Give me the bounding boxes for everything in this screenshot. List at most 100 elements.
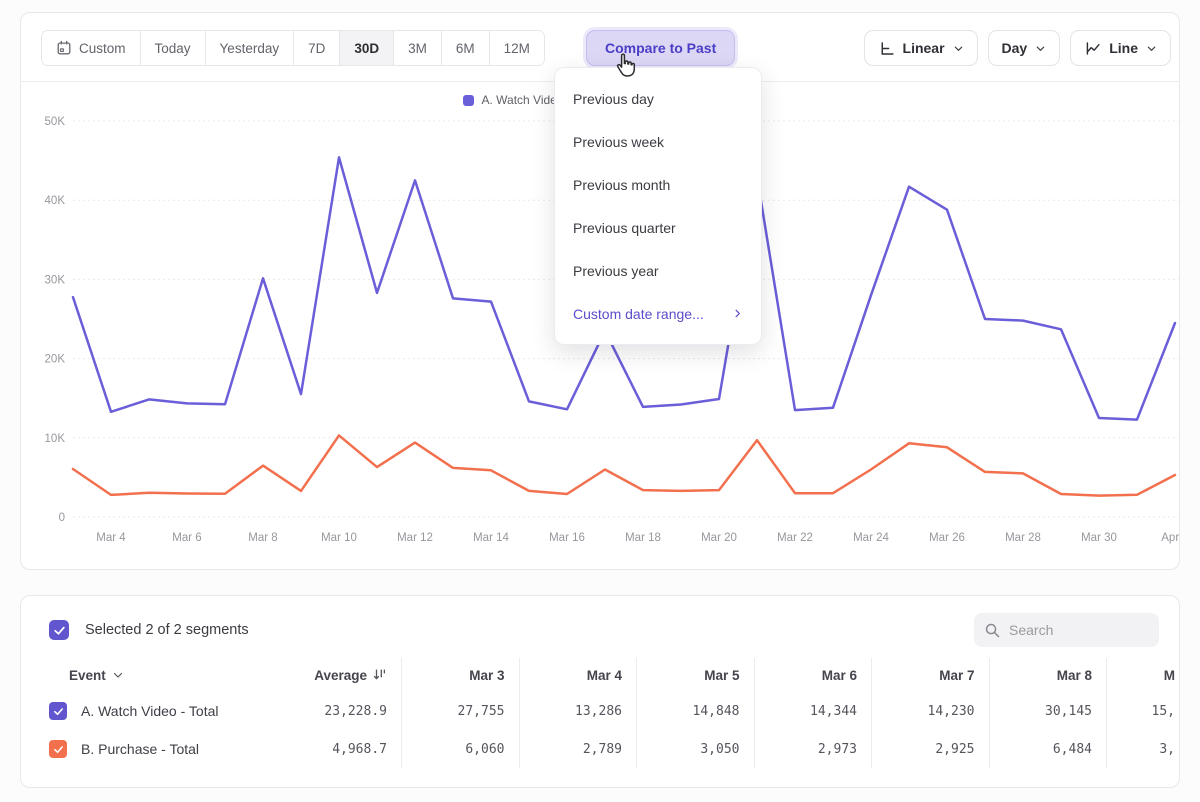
cell-value: 14,230 xyxy=(928,704,975,719)
chart-type-dropdown[interactable]: Line xyxy=(1070,30,1171,66)
cell-value: 6,060 xyxy=(465,742,504,757)
calendar-icon xyxy=(56,40,72,56)
chart-type-dropdown-label: Line xyxy=(1109,40,1138,56)
date-column-header[interactable]: Mar 8 xyxy=(989,658,1107,692)
date-range-picker: Custom Today Yesterday 7D 30D 3M 6M 12M xyxy=(41,30,545,66)
select-all-checkbox[interactable] xyxy=(49,620,69,640)
scale-dropdown-label: Linear xyxy=(903,40,945,56)
average-column-header[interactable]: Average xyxy=(281,658,401,692)
menu-item-previous-day[interactable]: Previous day xyxy=(555,77,761,120)
svg-text:Mar 12: Mar 12 xyxy=(397,532,433,544)
date-column-header[interactable]: Mar 7 xyxy=(871,658,989,692)
chevron-down-icon xyxy=(1035,43,1046,54)
date-preset-label: 3M xyxy=(408,41,427,56)
date-preset-3m[interactable]: 3M xyxy=(394,31,442,65)
date-column-header[interactable]: Mar 6 xyxy=(754,658,872,692)
average-header-label: Average xyxy=(314,668,367,683)
date-column-header[interactable]: Mar 4 xyxy=(519,658,637,692)
segments-table: Event Average Mar 3Mar 4Mar 5Mar 6Mar 7Mar… xyxy=(21,658,1180,768)
date-preset-yesterday[interactable]: Yesterday xyxy=(206,31,295,65)
cell-value: 14,344 xyxy=(810,704,857,719)
svg-text:Mar 4: Mar 4 xyxy=(96,532,126,544)
search-box xyxy=(974,613,1159,647)
selected-count-label: Selected 2 of 2 segments xyxy=(85,622,249,638)
segments-panel: Selected 2 of 2 segments Event Average Mar… xyxy=(20,595,1180,788)
menu-item-custom-date-range[interactable]: Custom date range... xyxy=(555,292,761,335)
cell-value: 30,145 xyxy=(1045,704,1092,719)
cell-value: 13,286 xyxy=(575,704,622,719)
date-preset-label: Today xyxy=(155,41,191,56)
chevron-down-icon xyxy=(1146,43,1157,54)
svg-text:Mar 18: Mar 18 xyxy=(625,532,661,544)
menu-item-previous-week[interactable]: Previous week xyxy=(555,120,761,163)
menu-item-label: Custom date range... xyxy=(573,306,704,322)
svg-text:20K: 20K xyxy=(45,354,66,366)
date-column-header[interactable]: M xyxy=(1106,658,1180,692)
cell-value: 3,050 xyxy=(700,742,739,757)
chart-toolbar: Custom Today Yesterday 7D 30D 3M 6M 12M Compare… xyxy=(41,30,1171,66)
svg-text:Mar 24: Mar 24 xyxy=(853,532,889,544)
interval-dropdown[interactable]: Day xyxy=(988,30,1061,66)
svg-text:Mar 30: Mar 30 xyxy=(1081,532,1117,544)
cell-value: 2,925 xyxy=(935,742,974,757)
date-preset-label: 7D xyxy=(308,41,325,56)
date-preset-custom[interactable]: Custom xyxy=(42,31,141,65)
segment-checkbox[interactable] xyxy=(49,702,67,720)
chevron-right-icon xyxy=(732,308,743,319)
chevron-down-icon xyxy=(112,669,124,681)
segment-checkbox[interactable] xyxy=(49,740,67,758)
svg-text:Mar 6: Mar 6 xyxy=(172,532,201,544)
cell-value: 2,973 xyxy=(818,742,857,757)
compare-to-past-menu: Previous dayPrevious weekPrevious monthP… xyxy=(554,67,762,345)
date-preset-6m[interactable]: 6M xyxy=(442,31,490,65)
svg-text:50K: 50K xyxy=(45,116,66,128)
toolbar-right-group: Linear Day Line xyxy=(864,30,1171,66)
cell-value: 2,789 xyxy=(583,742,622,757)
date-preset-7d[interactable]: 7D xyxy=(294,31,340,65)
cell-value: 27,755 xyxy=(458,704,505,719)
svg-text:Apr 1: Apr 1 xyxy=(1161,532,1181,544)
date-preset-30d[interactable]: 30D xyxy=(340,31,394,65)
date-column-header[interactable]: Mar 5 xyxy=(636,658,754,692)
svg-text:Mar 22: Mar 22 xyxy=(777,532,813,544)
svg-text:Mar 20: Mar 20 xyxy=(701,532,737,544)
table-toolbar: Selected 2 of 2 segments xyxy=(49,613,1169,647)
menu-item-previous-month[interactable]: Previous month xyxy=(555,163,761,206)
average-value: 4,968.7 xyxy=(332,742,387,757)
cell-value: 6,484 xyxy=(1053,742,1092,757)
date-preset-12m[interactable]: 12M xyxy=(490,31,544,65)
svg-text:Mar 10: Mar 10 xyxy=(321,532,357,544)
svg-text:Mar 26: Mar 26 xyxy=(929,532,965,544)
svg-text:Mar 16: Mar 16 xyxy=(549,532,585,544)
sort-descending-icon xyxy=(373,668,387,682)
search-icon xyxy=(984,622,1001,639)
segment-name: B. Purchase - Total xyxy=(81,741,199,757)
check-icon xyxy=(53,624,66,637)
svg-text:Mar 14: Mar 14 xyxy=(473,532,509,544)
hand-cursor-icon xyxy=(611,52,639,82)
x-axis-labels: Mar 4Mar 6Mar 8Mar 10Mar 12Mar 14Mar 16M… xyxy=(96,532,1181,544)
menu-item-previous-year[interactable]: Previous year xyxy=(555,249,761,292)
series-line-b-purchase-total[interactable] xyxy=(73,435,1175,495)
svg-text:10K: 10K xyxy=(45,433,66,445)
chart-panel: Custom Today Yesterday 7D 30D 3M 6M 12M Compare… xyxy=(20,12,1180,570)
date-preset-label: Custom xyxy=(79,41,126,56)
line-chart-icon xyxy=(1084,40,1101,57)
menu-item-previous-quarter[interactable]: Previous quarter xyxy=(555,206,761,249)
search-input[interactable] xyxy=(1009,622,1139,638)
interval-dropdown-label: Day xyxy=(1002,40,1028,56)
compare-to-past-button[interactable]: Compare to Past xyxy=(586,30,735,66)
scale-dropdown[interactable]: Linear xyxy=(864,30,978,66)
date-preset-today[interactable]: Today xyxy=(141,31,206,65)
check-icon xyxy=(53,744,64,755)
date-preset-label: 12M xyxy=(504,41,530,56)
chevron-down-icon xyxy=(953,43,964,54)
table-row: B. Purchase - Total 4,968.7 6,060 2,789 3,05… xyxy=(21,730,1180,768)
date-column-header[interactable]: Mar 3 xyxy=(401,658,519,692)
date-preset-label: Yesterday xyxy=(220,41,280,56)
table-row: A. Watch Video - Total23,228.927,75513,2… xyxy=(21,692,1180,730)
event-header-label: Event xyxy=(69,668,106,683)
average-value: 23,228.9 xyxy=(324,704,387,719)
event-column-header[interactable]: Event xyxy=(49,668,124,683)
cell-value: 14,848 xyxy=(693,704,740,719)
